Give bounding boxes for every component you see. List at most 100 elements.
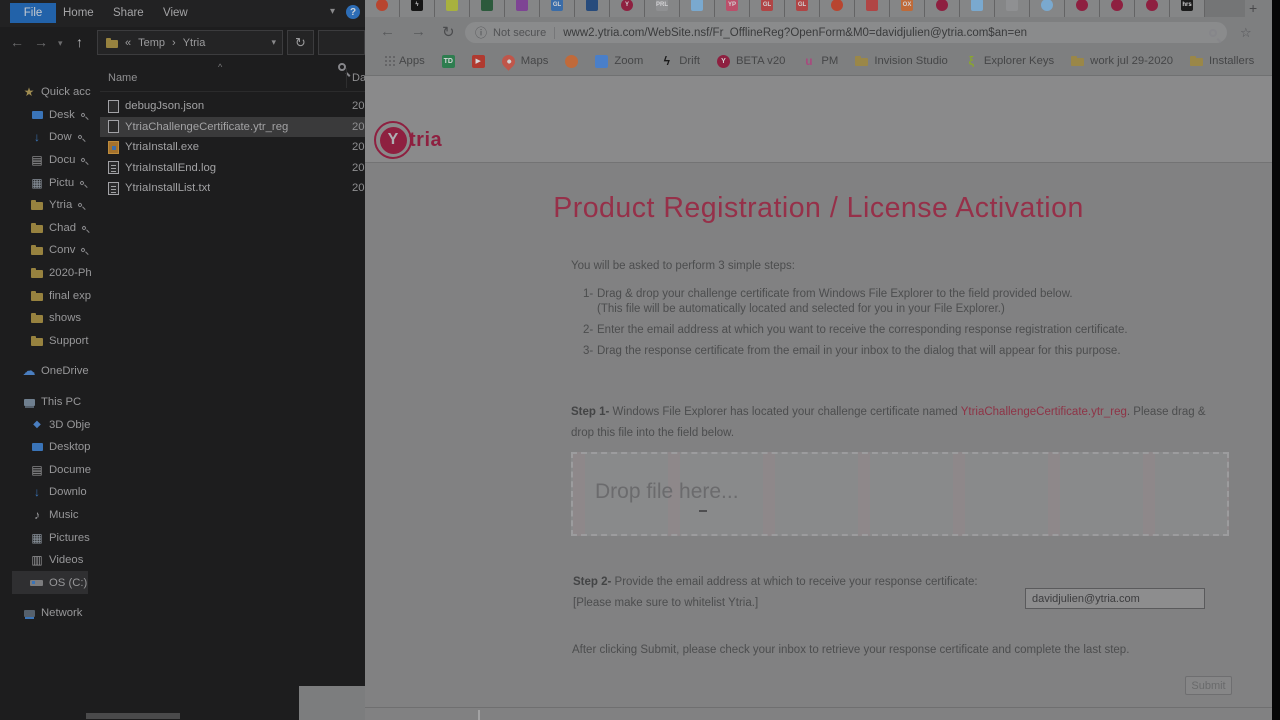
breadcrumb-temp[interactable]: Temp [138, 37, 165, 49]
bookmark-item[interactable]: ▶ [472, 55, 485, 68]
ribbon-collapse-icon[interactable]: ▾ [330, 6, 335, 17]
bookmark-item[interactable]: uPM [802, 55, 838, 68]
browser-reload-icon[interactable]: ↻ [442, 23, 455, 41]
file-menu-button[interactable]: File [10, 3, 56, 23]
sidebar-item-pictu[interactable]: Pictu [12, 171, 88, 194]
sidebar-item-chad[interactable]: Chad [12, 217, 88, 240]
sidebar-item-conv[interactable]: Conv [12, 239, 88, 262]
horizontal-scrollbar-thumb[interactable] [86, 713, 180, 719]
browser-tab[interactable] [1065, 0, 1100, 17]
submit-button[interactable]: Submit [1185, 676, 1232, 695]
column-header-name[interactable]: Name [108, 72, 137, 84]
recent-locations-icon[interactable]: ▾ [58, 38, 63, 49]
file-row[interactable]: YtriaChallengeCertificate.ytr_reg20 [100, 117, 365, 138]
email-input[interactable] [1025, 588, 1205, 609]
bookmark-item[interactable]: ϟDrift [660, 55, 700, 68]
sidebar-item-docume[interactable]: Docume [12, 459, 88, 482]
sidebar-item-onedrive[interactable]: OneDrive [12, 360, 88, 383]
bookmark-item[interactable]: TD [442, 55, 455, 68]
forward-icon[interactable]: → [34, 34, 48, 50]
bookmark-star-icon[interactable]: ☆ [1240, 25, 1252, 41]
bookmark-item[interactable] [565, 55, 578, 68]
sidebar-item-network[interactable]: Network [12, 602, 88, 625]
browser-forward-icon[interactable]: → [411, 23, 426, 40]
bookmark-item[interactable]: Invision Studio [855, 55, 947, 68]
back-icon[interactable]: ← [10, 34, 24, 50]
sidebar-item-pictures[interactable]: Pictures [12, 526, 88, 549]
address-breadcrumb[interactable]: « Temp › Ytria ▾ [97, 30, 283, 55]
address-dropdown-icon[interactable]: ▾ [271, 37, 276, 48]
drop-zone[interactable]: Drop file here... [571, 452, 1229, 536]
bookmark-item[interactable]: Zoom [595, 55, 643, 68]
sidebar-item-support[interactable]: Support [12, 330, 88, 353]
browser-tab[interactable] [925, 0, 960, 17]
browser-tab[interactable] [855, 0, 890, 17]
browser-tab[interactable] [575, 0, 610, 17]
sidebar-item-ytria[interactable]: Ytria [12, 194, 88, 217]
challenge-file-link[interactable]: YtriaChallengeCertificate.ytr_reg [961, 406, 1127, 418]
up-icon[interactable]: ↑ [76, 34, 83, 50]
sidebar-item-3d-obje[interactable]: 3D Obje [12, 413, 88, 436]
bookmark-item[interactable]: ξExplorer Keys [965, 55, 1054, 68]
browser-tab[interactable] [1100, 0, 1135, 17]
ribbon-tab-home[interactable]: Home [63, 7, 94, 19]
bookmark-item[interactable]: Installers [1190, 55, 1254, 68]
new-tab-button[interactable]: + [1249, 0, 1257, 16]
browser-tab[interactable] [365, 0, 400, 17]
column-header-date[interactable]: Da [352, 72, 366, 84]
browser-tab[interactable] [995, 0, 1030, 17]
browser-tab[interactable] [680, 0, 715, 17]
bookmark-item[interactable]: Apps [380, 55, 425, 67]
sidebar-item-desktop[interactable]: Desktop [12, 436, 88, 459]
zoom-out-icon[interactable] [1209, 29, 1217, 37]
address-bar[interactable]: ⓘ Not secure www2.ytria.com/WebSite.nsf/… [465, 22, 1227, 43]
browser-tab[interactable]: hrs [1170, 0, 1205, 17]
info-icon[interactable]: ⓘ [475, 24, 487, 41]
refresh-button[interactable]: ↻ [287, 30, 314, 55]
sidebar-item-videos[interactable]: Videos [12, 549, 88, 572]
file-row[interactable]: YtriaInstallList.txt20 [100, 178, 365, 199]
browser-tab[interactable]: GL [750, 0, 785, 17]
file-row[interactable]: YtriaInstallEnd.log20 [100, 158, 365, 179]
browser-tab[interactable] [505, 0, 540, 17]
browser-back-icon[interactable]: ← [380, 23, 395, 40]
browser-tab[interactable]: GL [540, 0, 575, 17]
ytria-logo[interactable]: Y tria [374, 121, 442, 159]
bookmark-item[interactable]: YBETA v20 [717, 55, 785, 68]
sidebar-item-docu[interactable]: Docu [12, 149, 88, 172]
sidebar-item-this-pc[interactable]: This PC [12, 391, 88, 414]
file-row[interactable]: YtriaInstall.exe20 [100, 137, 365, 158]
sort-caret-icon[interactable]: ^ [218, 62, 222, 72]
sidebar-item-2020-ph[interactable]: 2020-Ph [12, 262, 88, 285]
file-row[interactable]: debugJson.json20 [100, 96, 365, 117]
sidebar-item-music[interactable]: Music [12, 504, 88, 527]
help-button[interactable]: ? [346, 5, 360, 19]
browser-tab[interactable]: GL [785, 0, 820, 17]
browser-tab[interactable]: ϟ [400, 0, 435, 17]
ribbon-tab-view[interactable]: View [163, 7, 188, 19]
browser-tab[interactable]: YP [715, 0, 750, 17]
sidebar-item-desk[interactable]: Desk [12, 104, 88, 127]
column-divider[interactable] [346, 68, 347, 88]
bookmark-item[interactable]: Maps [502, 55, 549, 68]
sidebar-item-dow[interactable]: Dow [12, 126, 88, 149]
browser-tab[interactable] [470, 0, 505, 17]
breadcrumb-ytria[interactable]: Ytria [183, 37, 206, 49]
browser-tab[interactable] [435, 0, 470, 17]
sidebar-item-quick-acc[interactable]: Quick acc [12, 81, 88, 104]
bookmark-item[interactable]: work jul 29-2020 [1071, 55, 1173, 68]
browser-tab[interactable]: PRL [645, 0, 680, 17]
sidebar-item-shows[interactable]: shows [12, 307, 88, 330]
sidebar-item-os-c-[interactable]: OS (C:) [12, 571, 88, 594]
sidebar-item-final-exp[interactable]: final exp [12, 284, 88, 307]
browser-tab[interactable] [1135, 0, 1170, 17]
url-text[interactable]: www2.ytria.com/WebSite.nsf/Fr_OfflineReg… [563, 27, 1201, 39]
ribbon-tab-share[interactable]: Share [113, 7, 144, 19]
browser-tab[interactable] [1030, 0, 1065, 17]
browser-tab[interactable]: Y [610, 0, 645, 17]
browser-tab[interactable]: OX [890, 0, 925, 17]
sidebar-item-downlo[interactable]: Downlo [12, 481, 88, 504]
search-box[interactable] [318, 30, 365, 55]
browser-tab[interactable] [820, 0, 855, 17]
browser-tab[interactable] [960, 0, 995, 17]
